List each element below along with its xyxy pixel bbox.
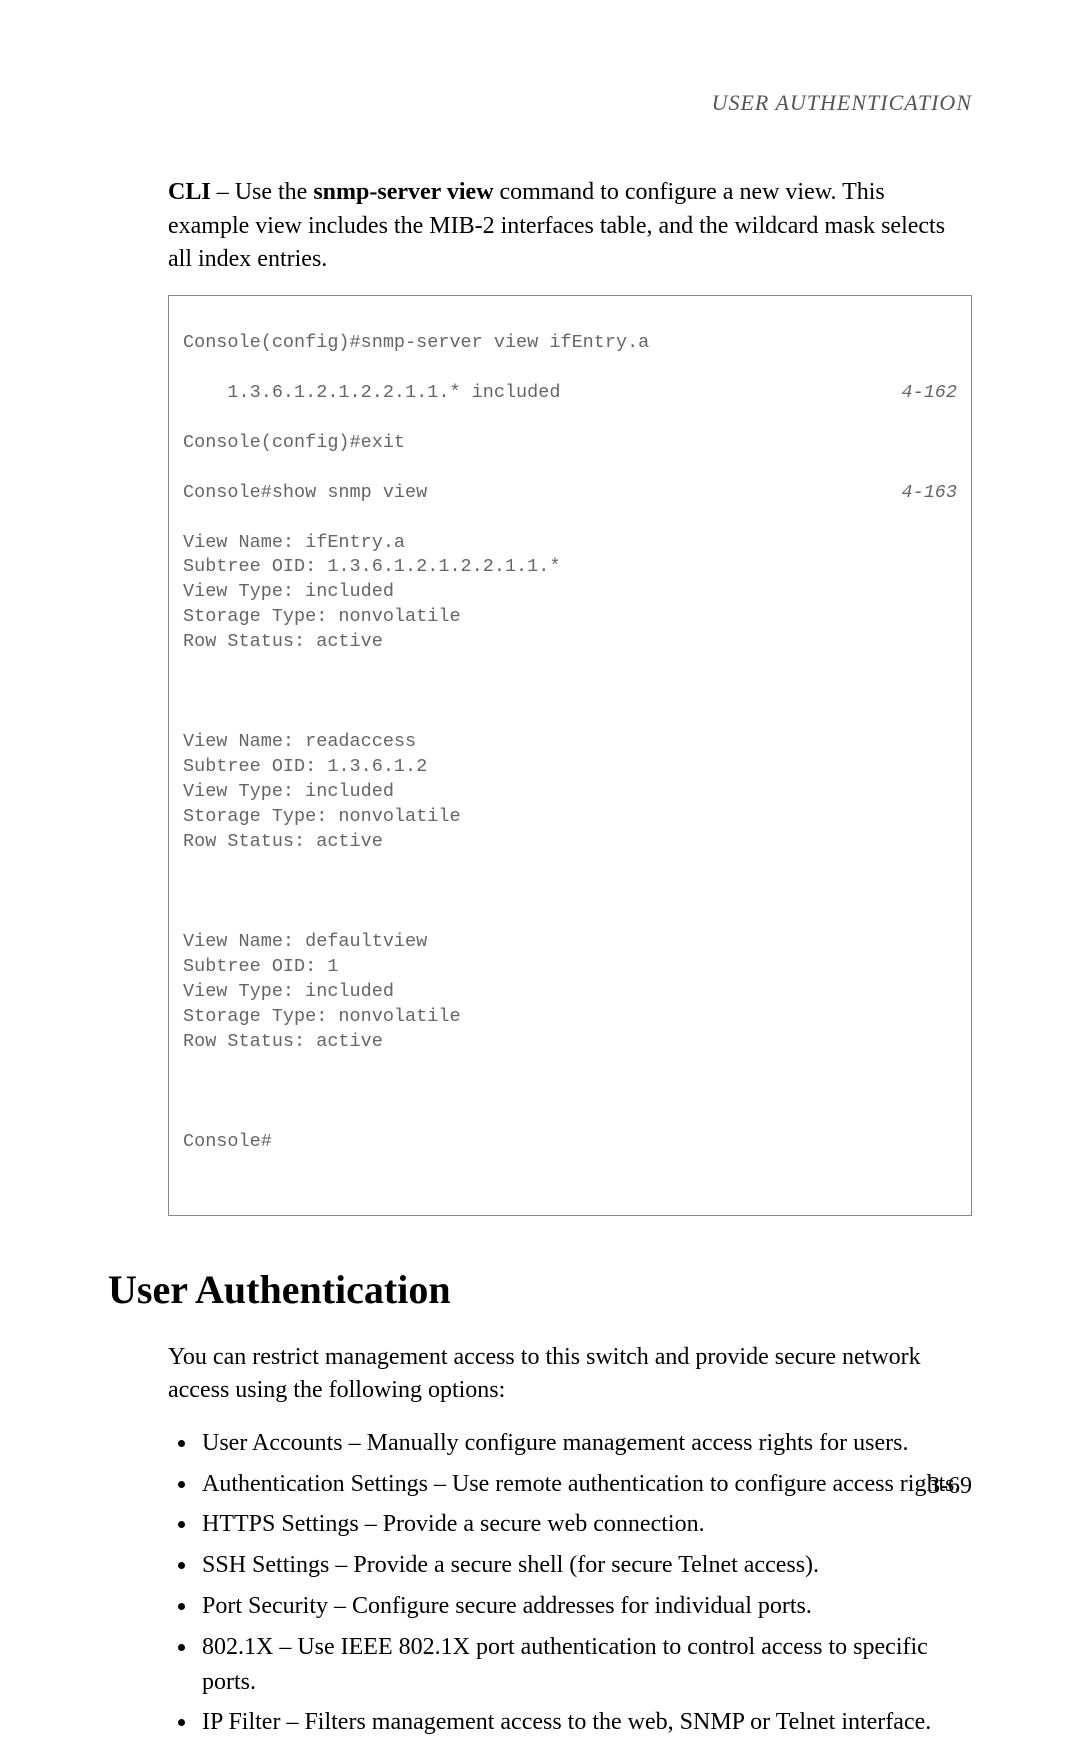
list-item: 802.1X – Use IEEE 802.1X port authentica… [198, 1630, 972, 1700]
page-number: 3-69 [928, 1473, 972, 1500]
code-line: Console#show snmp view [183, 481, 427, 506]
running-head: USER AUTHENTICATION [108, 90, 972, 116]
code-block: View Name: ifEntry.a Subtree OID: 1.3.6.… [183, 531, 957, 656]
code-ref: 4-163 [901, 481, 957, 506]
list-item: IP Filter – Filters management access to… [198, 1705, 972, 1740]
list-item: SSH Settings – Provide a secure shell (f… [198, 1548, 972, 1583]
code-line: Console(config)#snmp-server view ifEntry… [183, 331, 649, 356]
code-line: 1.3.6.1.2.1.2.2.1.1.* included [183, 381, 560, 406]
code-block: View Name: readaccess Subtree OID: 1.3.6… [183, 730, 957, 855]
cli-label: CLI [168, 179, 211, 205]
intro-prefix: – Use the [211, 179, 314, 205]
list-item: User Accounts – Manually configure manag… [198, 1426, 972, 1461]
code-line: Console(config)#exit [183, 431, 957, 456]
bullet-list: User Accounts – Manually configure manag… [168, 1426, 972, 1740]
list-item: Authentication Settings – Use remote aut… [198, 1467, 972, 1502]
section-heading: User Authentication [108, 1266, 972, 1313]
cli-output-box: Console(config)#snmp-server view ifEntry… [168, 295, 972, 1216]
code-ref: 4-162 [901, 381, 957, 406]
command-name: snmp-server view [313, 179, 493, 205]
list-item: Port Security – Configure secure address… [198, 1589, 972, 1624]
section-paragraph: You can restrict management access to th… [168, 1341, 972, 1408]
intro-paragraph: CLI – Use the snmp-server view command t… [168, 176, 972, 277]
code-line: Console# [183, 1130, 957, 1155]
code-block: View Name: defaultview Subtree OID: 1 Vi… [183, 930, 957, 1055]
list-item: HTTPS Settings – Provide a secure web co… [198, 1507, 972, 1542]
